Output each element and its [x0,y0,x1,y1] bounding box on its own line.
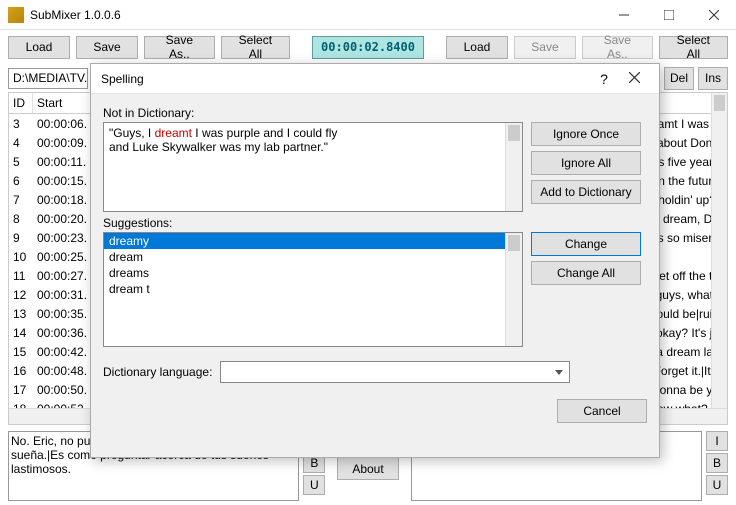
suggestion-option[interactable]: dream [104,249,522,265]
dialog-close-button[interactable] [619,72,649,86]
cancel-button[interactable]: Cancel [557,399,647,423]
dictionary-language-select[interactable] [220,361,570,383]
list-scrollbar[interactable] [505,233,522,346]
app-icon [8,7,24,23]
underline-left-button[interactable]: U [303,475,325,495]
load-left-button[interactable]: Load [8,36,70,59]
close-button[interactable] [691,0,736,30]
text-pre: "Guys, I [109,126,155,140]
text-line2: and Luke Skywalker was my lab partner." [109,140,328,154]
maximize-button[interactable] [646,0,691,30]
delete-button[interactable]: Del [664,67,694,90]
help-button[interactable]: ? [589,71,619,87]
suggestion-option[interactable]: dreamy [104,233,522,249]
suggestion-option[interactable]: dreams [104,265,522,281]
col-id[interactable]: ID [9,93,33,113]
window-title: SubMixer 1.0.0.6 [30,8,601,22]
dialog-title: Spelling [101,72,589,86]
change-all-button[interactable]: Change All [531,261,641,285]
ignore-once-button[interactable]: Ignore Once [531,122,641,146]
suggestions-label: Suggestions: [103,216,647,230]
change-button[interactable]: Change [531,232,641,256]
saveas-left-button[interactable]: Save As.. [144,36,215,59]
suggestion-option[interactable]: dream t [104,281,522,297]
timecode-display[interactable]: 00:00:02.8400 [312,36,424,59]
save-left-button[interactable]: Save [76,36,138,59]
saveas-right-button: Save As.. [582,36,653,59]
text-post: I was purple and I could fly [192,126,337,140]
insert-button[interactable]: Ins [698,67,728,90]
add-to-dictionary-button[interactable]: Add to Dictionary [531,180,641,204]
save-right-button: Save [514,36,576,59]
table-scrollbar-v[interactable] [711,93,727,424]
not-in-dictionary-text[interactable]: "Guys, I dreamt I was purple and I could… [103,122,523,212]
about-button[interactable]: About [337,457,399,480]
spelling-dialog: Spelling ? Not in Dictionary: "Guys, I d… [90,63,660,458]
italic-right-button[interactable]: I [706,431,728,451]
dialog-titlebar: Spelling ? [91,64,659,94]
ignore-all-button[interactable]: Ignore All [531,151,641,175]
col-start[interactable]: Start [33,93,91,113]
misspelled-word: dreamt [155,126,192,140]
selectall-right-button[interactable]: Select All [659,36,728,59]
not-in-dictionary-label: Not in Dictionary: [103,106,647,120]
suggestions-list[interactable]: dreamydreamdreamsdream t [103,232,523,347]
titlebar: SubMixer 1.0.0.6 [0,0,736,30]
file-path-input[interactable]: D:\MEDIA\TV.m [8,68,88,89]
selectall-left-button[interactable]: Select All [221,36,290,59]
minimize-button[interactable] [601,0,646,30]
text-scrollbar[interactable] [505,123,522,211]
dictionary-language-label: Dictionary language: [103,365,212,379]
main-toolbar: Load Save Save As.. Select All 00:00:02.… [0,30,736,64]
load-right-button[interactable]: Load [446,36,508,59]
underline-right-button[interactable]: U [706,475,728,495]
bold-right-button[interactable]: B [706,453,728,473]
